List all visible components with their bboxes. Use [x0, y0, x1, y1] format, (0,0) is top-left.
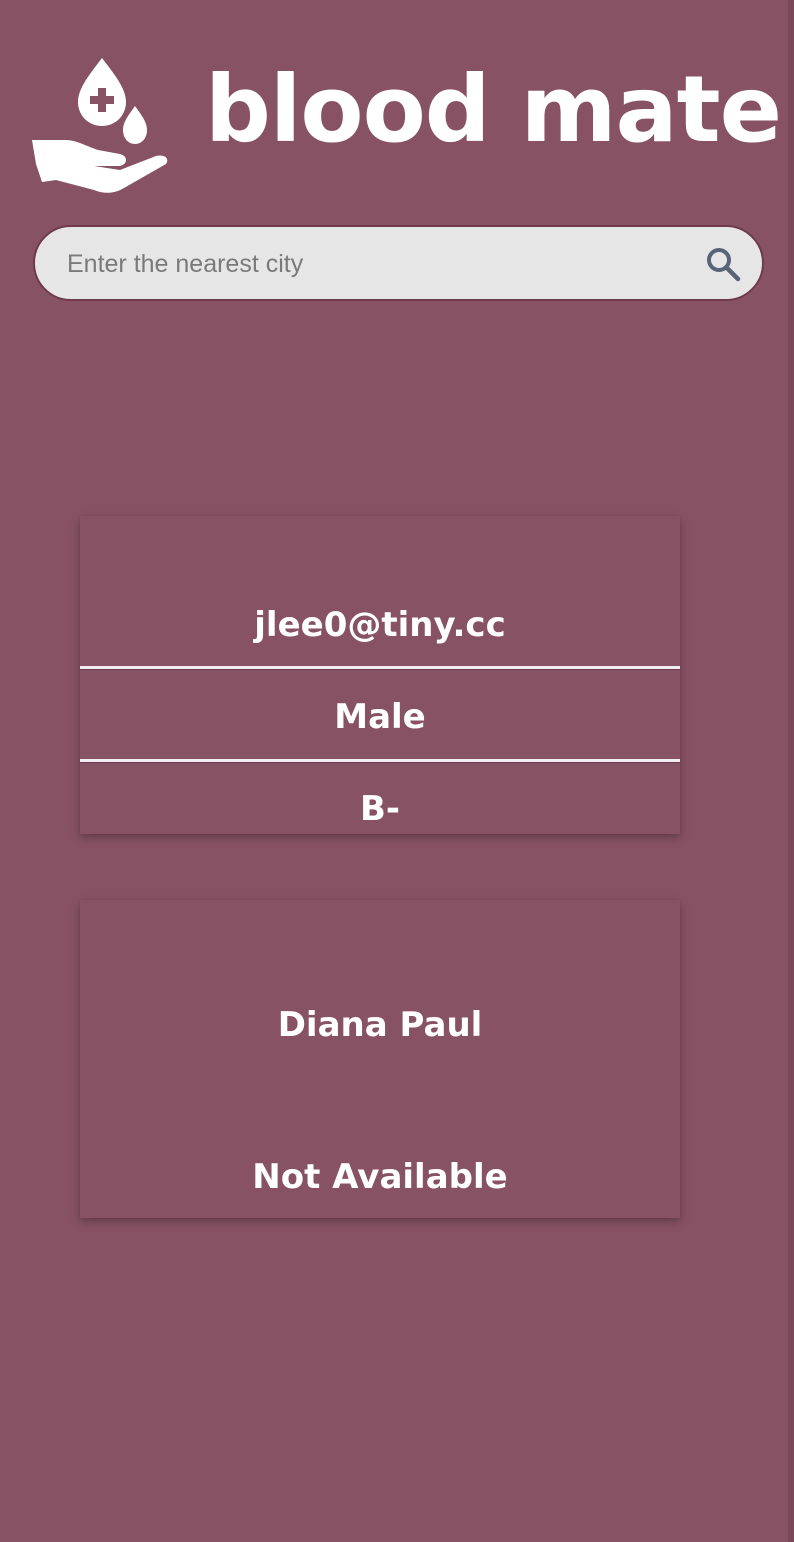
request-status: Not Available	[252, 1157, 508, 1197]
donor-card[interactable]: jlee0@tiny.cc Male B-	[80, 516, 680, 834]
city-search-input[interactable]	[65, 227, 689, 301]
request-name: Diana Paul	[277, 1005, 483, 1045]
blood-donation-hand-icon	[32, 58, 168, 193]
brand-name: blood mate	[205, 56, 782, 163]
donor-email: jlee0@tiny.cc	[254, 605, 506, 645]
donor-gender: Male	[334, 697, 426, 737]
divider	[80, 666, 680, 670]
request-card[interactable]: Diana Paul Not Available	[80, 900, 680, 1218]
header: blood mate	[0, 0, 794, 210]
donor-blood-group: B-	[359, 789, 401, 829]
page-right-edge	[788, 0, 794, 1542]
search-icon[interactable]	[704, 245, 742, 283]
city-search-bar	[33, 225, 764, 301]
divider	[80, 759, 680, 763]
